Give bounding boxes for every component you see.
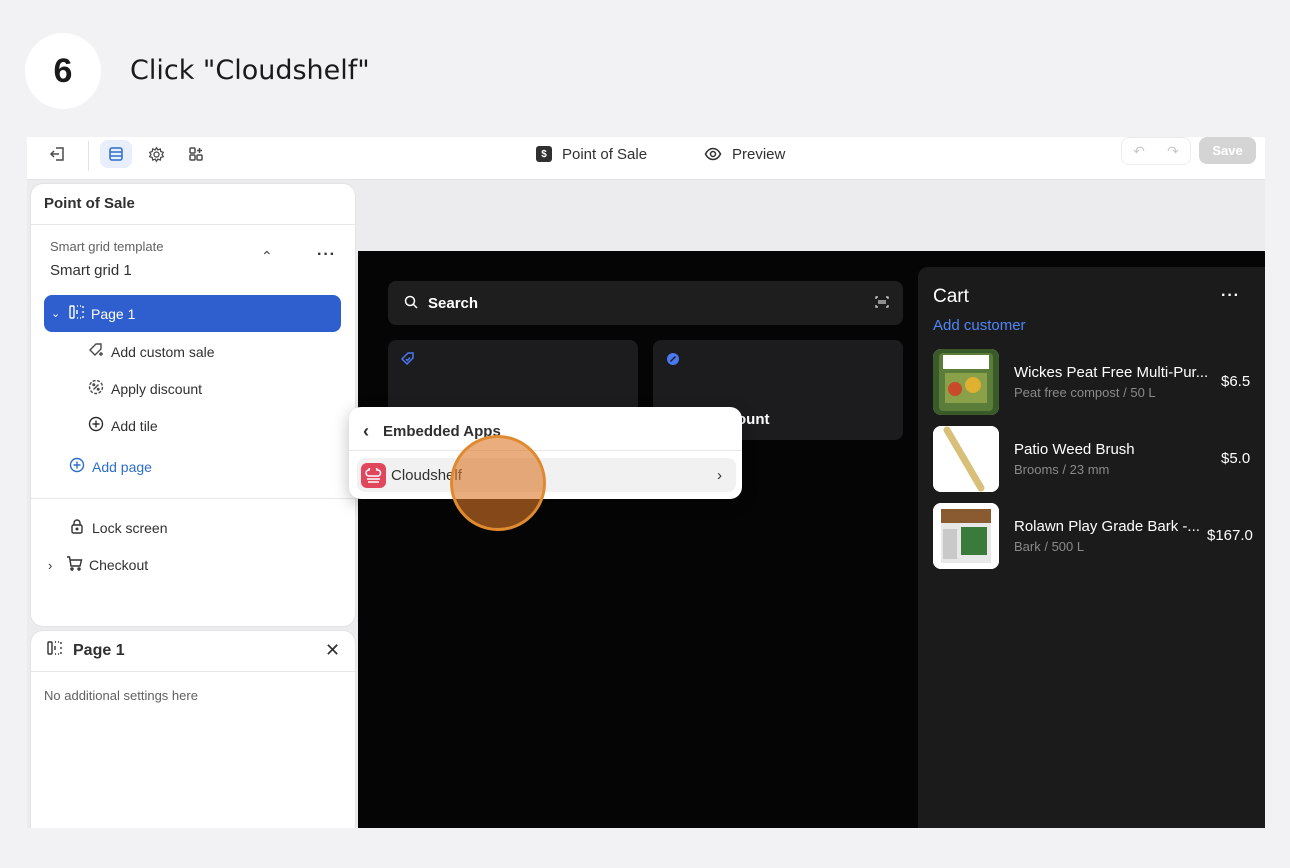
app-title-label: Point of Sale (562, 145, 648, 163)
sidebar-item-label: Lock screen (92, 520, 168, 536)
cart-item-variant: Brooms / 23 mm (1014, 462, 1110, 477)
sidebar-item-page-1[interactable]: ⌄ Page 1 (44, 295, 341, 332)
pos-search-bar[interactable]: Search (388, 281, 903, 325)
cart-item-price: $5.0 (1221, 450, 1251, 467)
sidebar-title: Point of Sale (44, 195, 135, 212)
close-icon[interactable]: ✕ (325, 640, 340, 661)
search-icon (404, 295, 418, 312)
app-title: $ Point of Sale (536, 140, 647, 168)
sidebar-panel: Point of Sale Smart grid template Smart … (31, 184, 355, 626)
cart-item-name: Rolawn Play Grade Bark -... (1014, 518, 1200, 535)
product-thumbnail-brush (933, 426, 999, 492)
cloudshelf-app-icon (361, 462, 386, 488)
sidebar-item-label: Add tile (111, 418, 158, 434)
settings-title-label: Page 1 (73, 641, 125, 659)
grid-icon[interactable] (100, 140, 132, 168)
cart-item-name: Wickes Peat Free Multi-Pur... (1014, 364, 1209, 381)
cart-icon (64, 555, 84, 575)
cart-title: Cart (933, 286, 969, 307)
sidebar-item-label: Checkout (89, 557, 149, 573)
sidebar-item-add-tile[interactable]: Add tile (86, 416, 158, 436)
undo-icon[interactable]: ↶ (1122, 138, 1156, 164)
add-page-label: Add page (92, 459, 152, 475)
discount-icon (666, 352, 680, 369)
discount-icon (86, 379, 106, 399)
tag-check-icon (400, 352, 415, 369)
cart-item-price: $167.0 (1207, 527, 1253, 544)
cart-item-price: $6.5 (1221, 373, 1251, 390)
eye-icon (704, 147, 722, 161)
cart-panel: Cart ··· Add customer Wickes Peat Free M… (918, 267, 1265, 828)
page-label: Page 1 (91, 305, 136, 322)
template-select[interactable]: Smart grid 1 (50, 262, 132, 279)
plus-circle-icon (86, 416, 106, 436)
exit-icon[interactable] (44, 140, 72, 168)
undo-redo-group: ↶ ↷ (1121, 137, 1191, 165)
pos-icon: $ (536, 146, 552, 162)
lock-icon (67, 518, 87, 538)
settings-panel: Page 1 ✕ No additional settings here (31, 631, 355, 828)
divider (31, 498, 355, 499)
page-layout-icon (69, 305, 87, 322)
chevron-down-icon[interactable]: ⌄ (51, 307, 61, 320)
chevron-right-icon: › (717, 466, 722, 484)
divider (31, 671, 355, 672)
top-toolbar: $ Point of Sale Preview ↶ ↷ Save (27, 137, 1265, 180)
search-label: Search (428, 294, 479, 312)
settings-panel-title: Page 1 (47, 641, 125, 660)
cart-item-variant: Peat free compost / 50 L (1014, 385, 1156, 400)
chevron-updown-icon[interactable]: ⌃ (261, 248, 273, 265)
template-label: Smart grid template (50, 239, 164, 254)
sidebar-item-add-custom-sale[interactable]: Add custom sale (86, 342, 215, 362)
preview-label: Preview (732, 145, 786, 163)
app-item-cloudshelf[interactable]: Cloudshelf › (357, 458, 736, 492)
pos-preview-canvas: Search ount Cart ··· Add customer Wickes… (358, 251, 1265, 828)
divider (349, 450, 742, 451)
back-chevron-icon[interactable]: ‹ (363, 421, 369, 442)
apps-icon[interactable] (180, 140, 212, 168)
step-instruction: Click "Cloudshelf" (130, 55, 370, 86)
chevron-right-icon[interactable]: › (48, 558, 62, 573)
settings-note: No additional settings here (44, 688, 198, 703)
sidebar-item-lock-screen[interactable]: Lock screen (67, 518, 167, 538)
barcode-scan-icon[interactable] (875, 295, 889, 311)
cart-item[interactable]: Patio Weed Brush Brooms / 23 mm $5.0 (933, 426, 1265, 492)
sidebar-item-label: Add custom sale (111, 344, 215, 360)
add-customer-link[interactable]: Add customer (933, 317, 1026, 334)
cart-item[interactable]: Wickes Peat Free Multi-Pur... Peat free … (933, 349, 1265, 415)
cart-item-variant: Bark / 500 L (1014, 539, 1085, 554)
gear-icon[interactable] (140, 140, 172, 168)
more-options-icon[interactable]: ··· (317, 246, 336, 264)
plus-circle-icon (67, 457, 87, 477)
click-highlight-marker (450, 435, 546, 531)
sidebar-item-apply-discount[interactable]: Apply discount (86, 379, 202, 399)
product-thumbnail-bark (933, 503, 999, 569)
add-page-button[interactable]: Add page (67, 457, 152, 477)
toolbar-divider (88, 141, 89, 171)
step-number-badge: 6 (25, 33, 101, 109)
redo-icon[interactable]: ↷ (1156, 138, 1190, 164)
more-options-icon[interactable]: ··· (1221, 287, 1240, 305)
save-button[interactable]: Save (1199, 137, 1256, 164)
cart-item[interactable]: Rolawn Play Grade Bark -... Bark / 500 L… (933, 503, 1265, 569)
sidebar-item-label: Apply discount (111, 381, 203, 397)
tag-plus-icon (86, 342, 106, 362)
sidebar-item-checkout[interactable]: › Checkout (48, 555, 148, 575)
page-layout-icon (47, 641, 63, 660)
divider (31, 224, 355, 225)
preview-button[interactable]: Preview (704, 140, 785, 168)
cart-item-name: Patio Weed Brush (1014, 441, 1135, 458)
product-thumbnail-compost (933, 349, 999, 415)
